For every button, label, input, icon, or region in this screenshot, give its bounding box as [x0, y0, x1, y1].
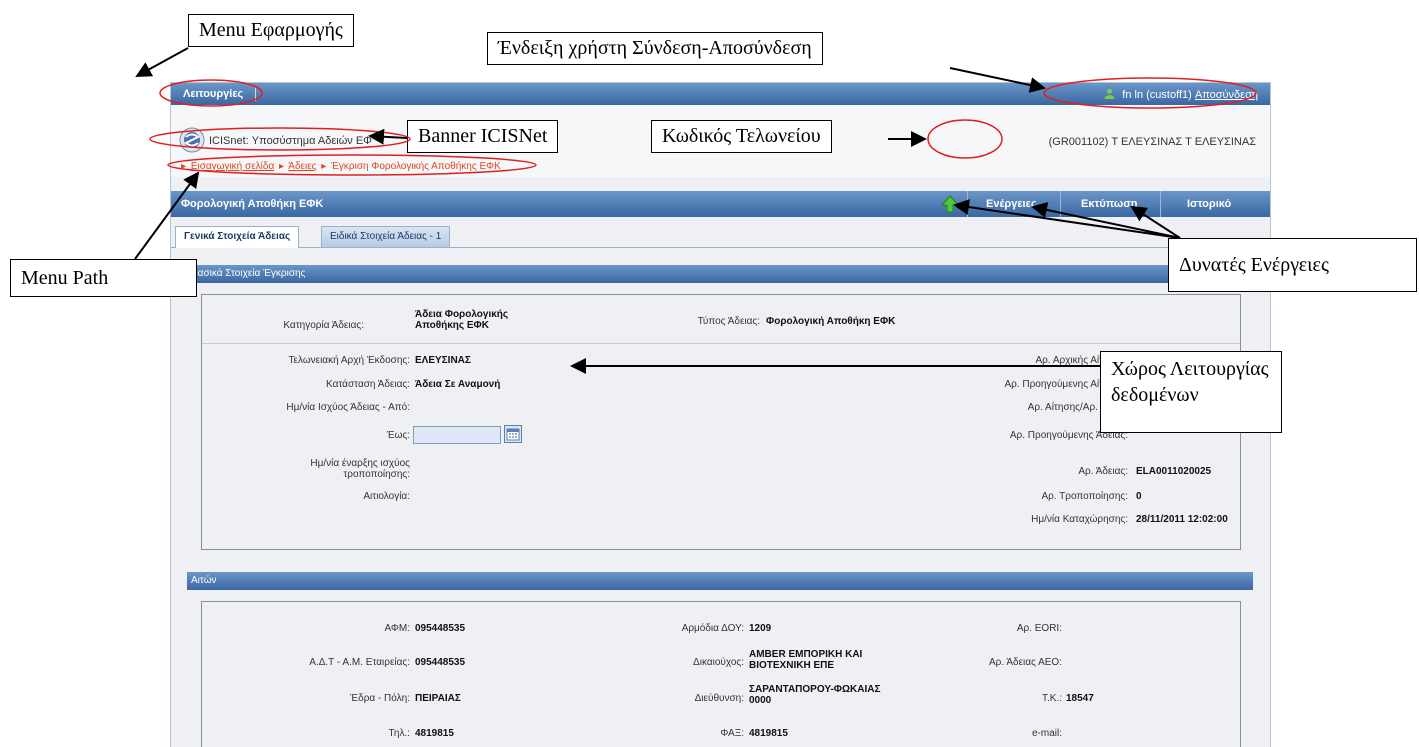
menu-separator — [255, 86, 256, 101]
icisnet-logo-icon — [179, 127, 205, 153]
beneficiary-value-line2: ΒΙΟΤΕΧΝΙΚΗ ΕΠΕ — [749, 660, 835, 671]
type-value: Φορολογική Αποθήκη ΕΦΚ — [766, 316, 896, 327]
section-basic-box: Κατηγορία Άδειας: Άδεια Φορολογικής Αποθ… — [201, 294, 1241, 550]
breadcrumb: ▸ Εισαγωγική σελίδα ▸ Άδειες ▸ Έγκριση Φ… — [179, 161, 501, 172]
reason-label: Αιτιολογία: — [363, 491, 410, 502]
calendar-icon[interactable] — [504, 425, 522, 443]
customs-office: (GR001102) Τ ΕΛΕΥΣΙΝΑΣ Τ ΕΛΕΥΣΙΝΑΣ — [1048, 136, 1256, 148]
annotation-menu-app: Menu Εφαρμογής — [188, 14, 354, 47]
top-menu-bar: Λειτουργίες fn ln (custoff1) Αποσύνδεση — [171, 83, 1270, 105]
history-button[interactable]: Ιστορικό — [1187, 198, 1231, 210]
permit-status-value: Άδεια Σε Αναμονή — [415, 379, 501, 390]
modification-number-value: 0 — [1136, 491, 1142, 502]
tax-office-value: 1209 — [749, 623, 772, 634]
print-button[interactable]: Εκτύπωση — [1081, 198, 1137, 210]
section-applicant-box: ΑΦΜ: 095448535 Αρμόδια ΔΟΥ: 1209 Αρ. EOR… — [201, 601, 1241, 747]
section-basic-header: Βασικά Στοιχεία Έγκρισης — [187, 265, 1253, 283]
annotation-banner: Banner ICISNet — [407, 120, 559, 153]
address-value-line1: ΣΑΡΑΝΤΑΠΟΡΟΥ-ΦΩΚΑΙΑΣ — [749, 684, 881, 695]
user-indicator: fn ln (custoff1) Αποσύνδεση — [1104, 88, 1258, 101]
annotation-data-area-line1: Χώρος Λειτουργίας — [1111, 358, 1269, 380]
email-label: e-mail: — [1031, 728, 1062, 739]
divider — [202, 343, 1240, 344]
permit-status-label: Κατάσταση Άδειας: — [326, 379, 410, 390]
address-value-line2: 0000 — [749, 695, 772, 706]
afm-value: 095448535 — [415, 623, 466, 634]
afm-label: ΑΦΜ: — [384, 623, 410, 634]
beneficiary-value-line1: AMBER ΕΜΠΟΡΙΚΗ ΚΑΙ — [749, 649, 863, 660]
issuing-authority-label: Τελωνειακή Αρχή Έκδοσης: — [288, 355, 411, 366]
valid-to-label: Έως: — [386, 430, 410, 441]
breadcrumb-home[interactable]: Εισαγωγική σελίδα — [191, 161, 274, 172]
annotation-user-indicator: Ένδειξη χρήστη Σύνδεση-Αποσύνδεση — [487, 32, 823, 65]
aeo-label: Αρ. Άδειας ΑΕΟ: — [988, 657, 1062, 668]
actions-button[interactable]: Ενέργειες — [986, 198, 1037, 210]
tab-specific[interactable]: Ειδικά Στοιχεία Άδειας - 1 — [321, 226, 451, 247]
tax-office-label: Αρμόδια ΔΟΥ: — [681, 623, 744, 634]
section-applicant-header: Αιτών — [187, 572, 1253, 590]
category-value-line1: Άδεια Φορολογικής — [415, 309, 509, 320]
fax-value: 4819815 — [749, 728, 788, 739]
phone-label: Τηλ.: — [388, 728, 411, 739]
seat-city-value: ΠΕΙΡΑΙΑΣ — [415, 693, 461, 704]
registration-date-value: 28/11/2011 12:02:00 — [1136, 514, 1228, 525]
page-title: Φορολογική Αποθήκη ΕΦΚ — [181, 198, 324, 210]
valid-from-label: Ημ/νία Ισχύος Άδειας - Από: — [286, 402, 410, 413]
postal-code-value: 18547 — [1066, 693, 1094, 704]
company-id-value: 095448535 — [415, 657, 466, 668]
issuing-authority-value: ΕΛΕΥΣΙΝΑΣ — [415, 355, 471, 366]
phone-value: 4819815 — [415, 728, 454, 739]
breadcrumb-current: Έγκριση Φορολογικής Αποθήκης ΕΦΚ — [331, 161, 501, 172]
breadcrumb-permits[interactable]: Άδειες — [288, 161, 316, 172]
breadcrumb-arrow-icon: ▸ — [181, 161, 187, 172]
banner-title: ICISnet: Υποσύστημα Αδειών ΕΦ — [209, 135, 372, 147]
action-separator — [1160, 191, 1161, 217]
address-label: Διεύθυνση: — [694, 693, 744, 704]
tab-general[interactable]: Γενικά Στοιχεία Άδειας — [175, 226, 300, 248]
action-separator — [1060, 191, 1061, 217]
user-name: fn ln (custoff1) — [1122, 89, 1192, 101]
arrow-menu-app — [135, 47, 189, 77]
fax-label: ΦΑΞ: — [720, 728, 744, 739]
permit-number-value: ELA0011020025 — [1136, 466, 1212, 477]
tab-bar: Γενικά Στοιχεία Άδειας Ειδικά Στοιχεία Ά… — [171, 223, 1270, 248]
permit-number-label: Αρ. Άδειας: — [1078, 466, 1128, 477]
annotation-possible-actions: Δυνατές Ενέργειες — [1168, 238, 1417, 292]
user-icon — [1104, 88, 1115, 99]
up-arrow-icon[interactable] — [941, 195, 959, 213]
seat-city-label: Έδρα - Πόλη: — [350, 693, 410, 704]
company-id-label: Α.Δ.Τ - Α.Μ. Εταιρείας: — [309, 657, 410, 668]
annotation-data-area-line2: δεδομένων — [1111, 384, 1199, 406]
valid-to-date-input[interactable] — [413, 426, 501, 444]
functions-menu[interactable]: Λειτουργίες — [183, 88, 243, 100]
category-value-line2: Αποθήκης ΕΦΚ — [415, 320, 489, 331]
action-separator — [967, 191, 968, 217]
mod-start-label-line1: Ημ/νία έναρξης ισχύος — [310, 458, 410, 469]
registration-date-label: Ημ/νία Καταχώρησης: — [1031, 514, 1128, 525]
page-title-bar: Φορολογική Αποθήκη ΕΦΚ Ενέργειες Εκτύπωσ… — [171, 191, 1270, 217]
category-label: Κατηγορία Άδειας: — [283, 320, 364, 331]
mod-start-label-line2: τροποποίησης: — [343, 469, 410, 480]
logout-link[interactable]: Αποσύνδεση — [1195, 89, 1258, 101]
annotation-customs-code: Κωδικός Τελωνείου — [651, 120, 832, 153]
beneficiary-label: Δικαιούχος: — [693, 657, 744, 668]
annotation-menu-path: Menu Path — [10, 259, 197, 297]
eori-label: Αρ. EORI: — [1016, 623, 1062, 634]
modification-number-label: Αρ. Τροποποίησης: — [1041, 491, 1128, 502]
type-label: Τύπος Άδειας: — [697, 316, 760, 327]
postal-code-label: Τ.Κ.: — [1041, 693, 1062, 704]
breadcrumb-arrow-icon: ▸ — [321, 161, 327, 172]
annotation-data-area: Χώρος Λειτουργίας δεδομένων — [1100, 351, 1282, 433]
breadcrumb-arrow-icon: ▸ — [279, 161, 285, 172]
